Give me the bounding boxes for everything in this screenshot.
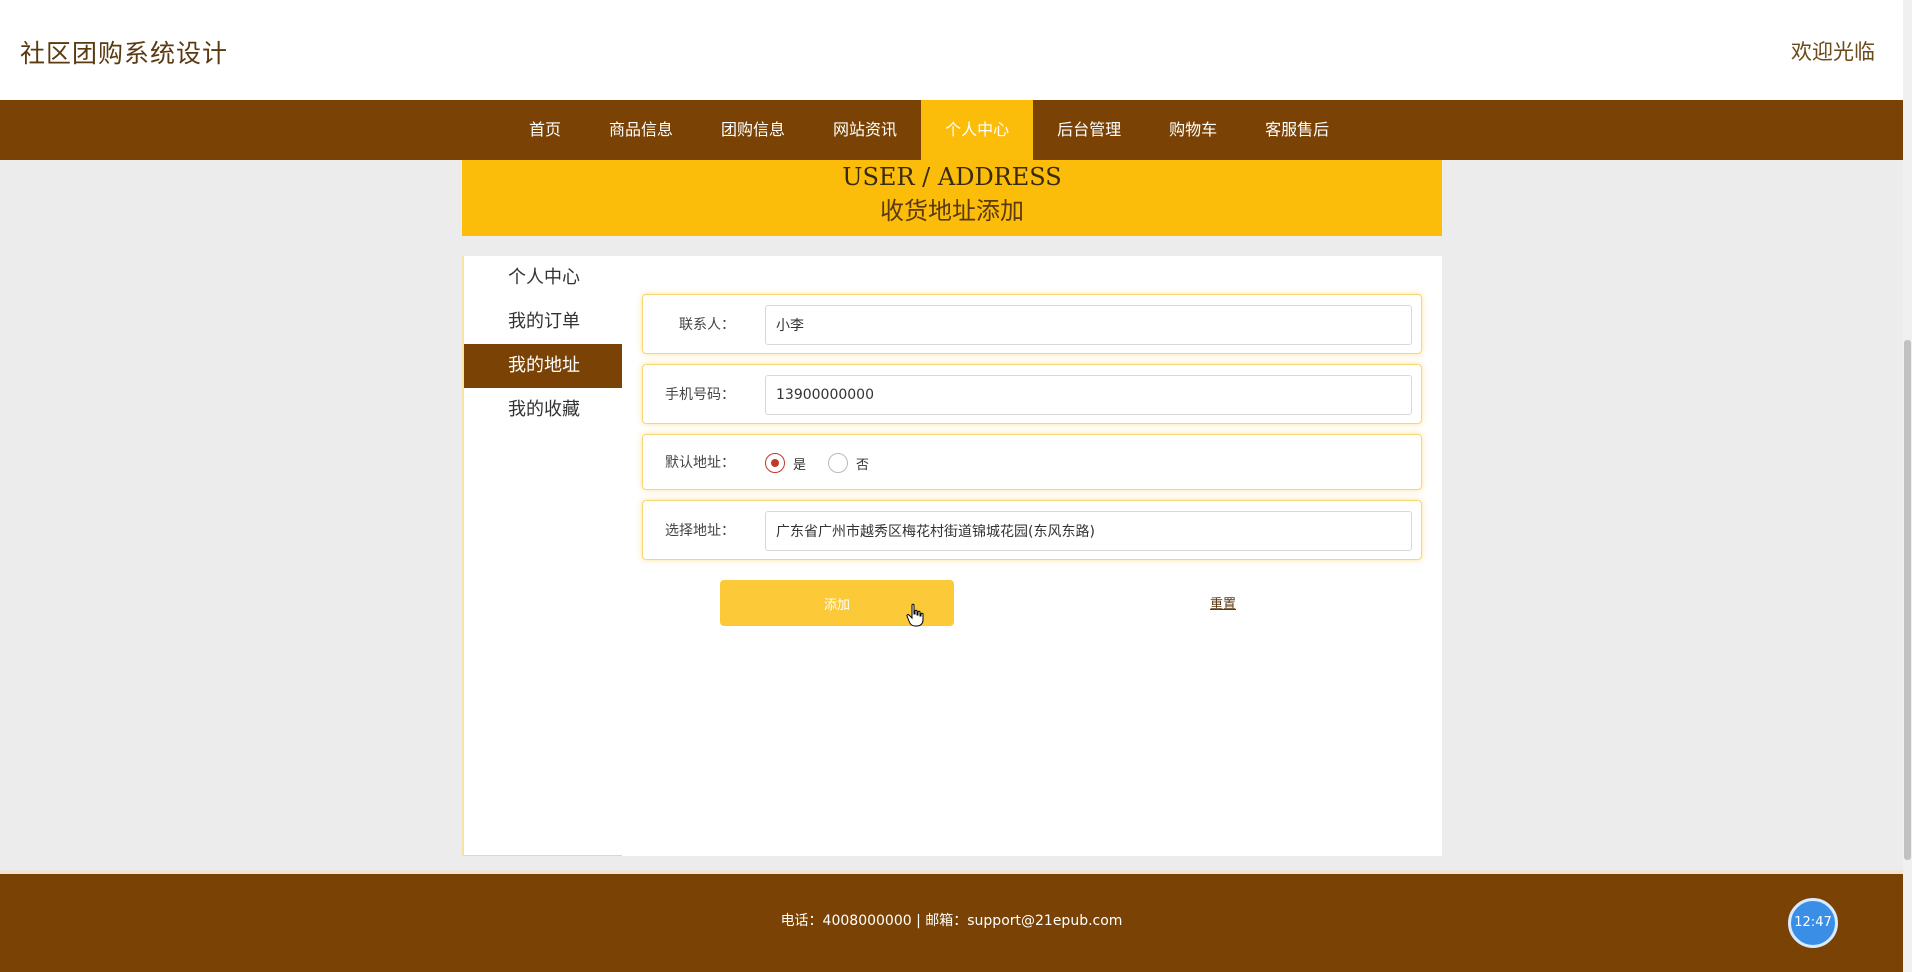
contact-row: 联系人：	[642, 294, 1422, 354]
sidebar-item-my-address[interactable]: 我的地址	[464, 344, 622, 388]
main-content: 个人中心 我的订单 我的地址 我的收藏 联系人： 手机号码： 默认地址： 是 否…	[462, 256, 1442, 856]
sidebar-item-my-orders[interactable]: 我的订单	[464, 300, 622, 344]
sidebar-item-personal-center[interactable]: 个人中心	[464, 256, 622, 300]
main-nav: 首页 商品信息 团购信息 网站资讯 个人中心 后台管理 购物车 客服售后	[0, 100, 1903, 160]
nav-item-home[interactable]: 首页	[505, 100, 585, 160]
phone-row: 手机号码：	[642, 364, 1422, 424]
scrollbar-thumb[interactable]	[1904, 340, 1911, 860]
phone-field[interactable]	[765, 375, 1412, 415]
nav-item-cart[interactable]: 购物车	[1145, 100, 1241, 160]
sidebar: 个人中心 我的订单 我的地址 我的收藏	[462, 256, 622, 856]
hand-cursor-icon	[906, 603, 924, 627]
footer: 电话：4008000000 | 邮箱：support@21epub.com	[0, 870, 1903, 972]
contact-field[interactable]	[765, 305, 1412, 345]
default-yes-label: 是	[793, 457, 807, 473]
form-actions: 添加 重置	[642, 580, 1422, 628]
reset-link[interactable]: 重置	[1210, 593, 1236, 612]
banner-english-title: USER / ADDRESS	[842, 163, 1062, 191]
address-label: 选择地址：	[665, 523, 735, 539]
sidebar-item-my-favorites[interactable]: 我的收藏	[464, 388, 622, 432]
page-banner: USER / ADDRESS 收货地址添加	[462, 160, 1442, 236]
contact-label: 联系人：	[679, 317, 735, 333]
default-no-radio[interactable]	[828, 453, 849, 473]
nav-item-admin[interactable]: 后台管理	[1033, 100, 1145, 160]
nav-item-group-buy[interactable]: 团购信息	[697, 100, 809, 160]
nav-item-news[interactable]: 网站资讯	[809, 100, 921, 160]
default-yes-radio[interactable]	[765, 453, 785, 473]
page-scrollbar[interactable]	[1903, 0, 1912, 972]
default-no-label: 否	[856, 457, 870, 473]
address-form: 联系人： 手机号码： 默认地址： 是 否 选择地址：	[642, 294, 1422, 570]
address-field[interactable]	[765, 511, 1412, 551]
nav-item-personal-center[interactable]: 个人中心	[921, 100, 1034, 160]
clock-badge[interactable]: 12:47	[1788, 898, 1838, 948]
default-address-label: 默认地址：	[665, 455, 735, 471]
top-header: 社区团购系统设计 欢迎光临	[0, 0, 1903, 100]
nav-item-customer-service[interactable]: 客服售后	[1241, 100, 1353, 160]
phone-label: 手机号码：	[665, 387, 735, 403]
welcome-text: 欢迎光临	[1791, 40, 1875, 64]
address-row: 选择地址：	[642, 500, 1422, 560]
default-address-row: 默认地址： 是 否	[642, 434, 1422, 490]
nav-item-products[interactable]: 商品信息	[585, 100, 697, 160]
site-title: 社区团购系统设计	[20, 39, 229, 68]
default-address-radio-group: 是 否	[765, 453, 891, 473]
banner-chinese-title: 收货地址添加	[880, 197, 1024, 225]
footer-contact: 电话：4008000000 | 邮箱：support@21epub.com	[780, 913, 1123, 929]
